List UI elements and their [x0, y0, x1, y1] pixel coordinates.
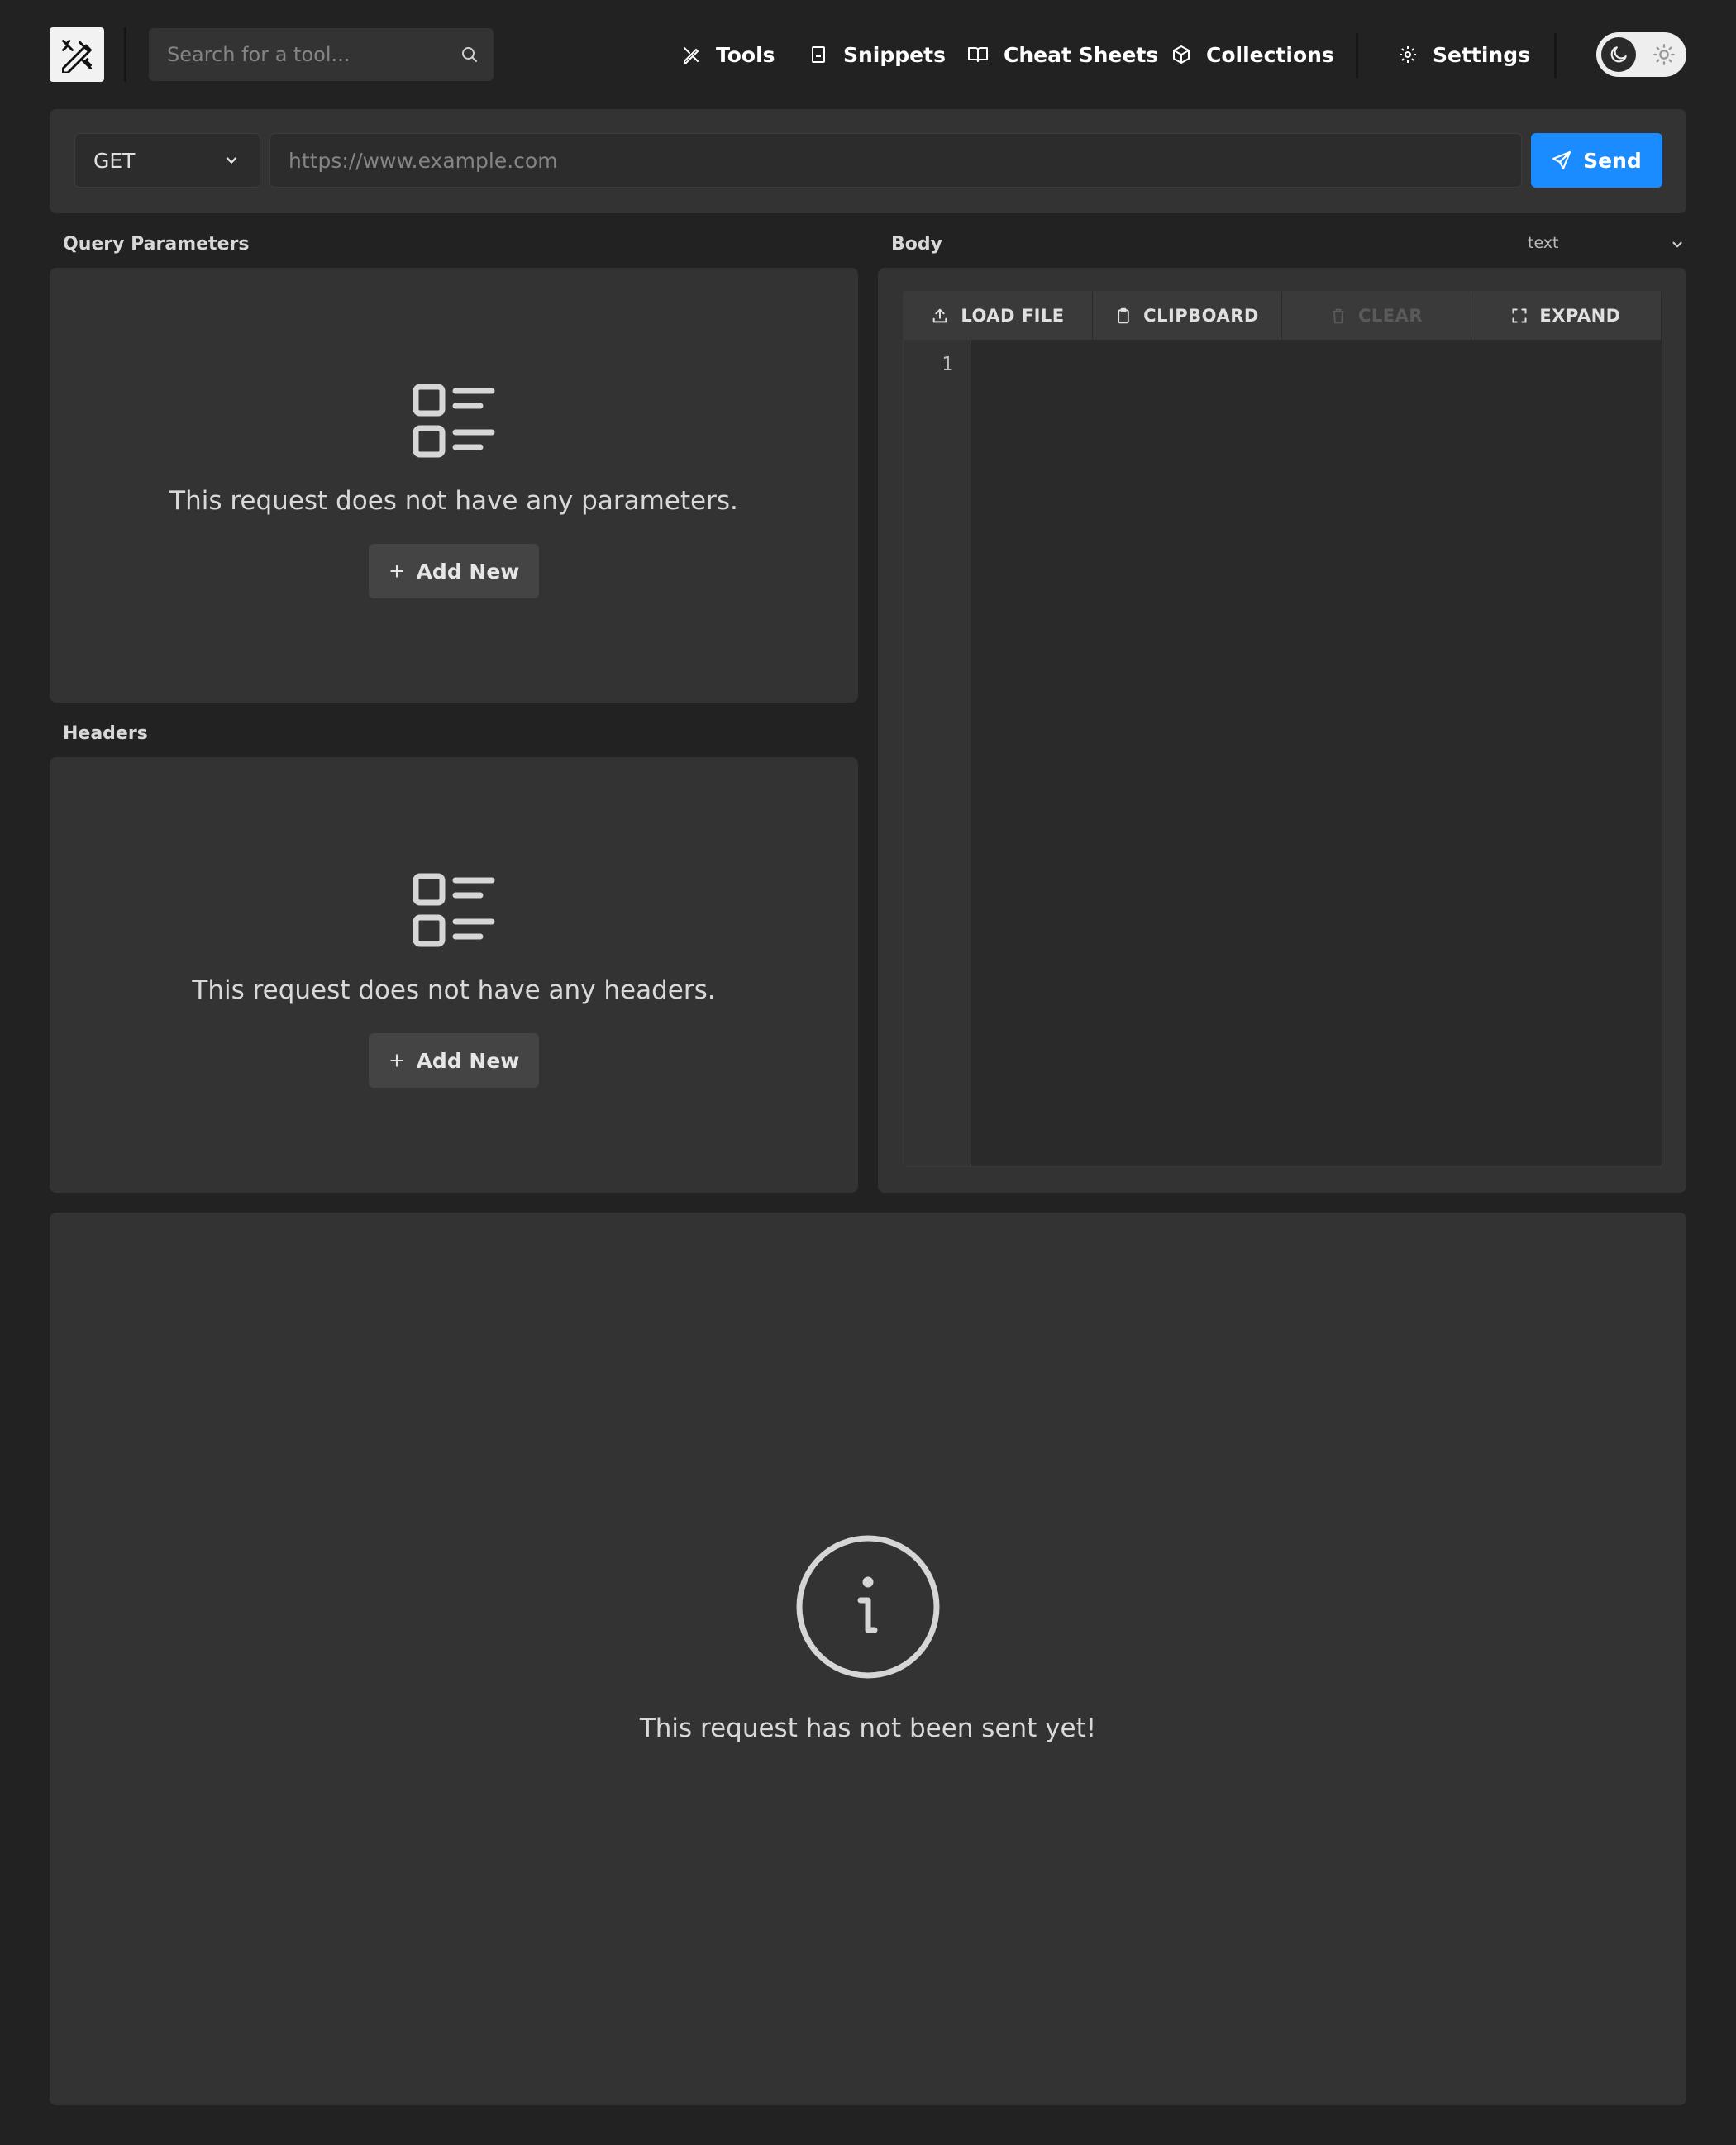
nav-cheat-sheets-label: Cheat Sheets [1004, 42, 1159, 67]
divider [1356, 33, 1358, 78]
editor-toolbar: LOAD FILE CLIPBOARD CLEAR EXPAND [904, 292, 1661, 340]
divider [124, 27, 126, 82]
add-header-button[interactable]: Add New [369, 1033, 539, 1088]
query-params-title: Query Parameters [63, 234, 250, 255]
upload-icon [933, 308, 947, 323]
trash-icon [1333, 308, 1344, 324]
clear-button[interactable]: CLEAR [1282, 292, 1471, 340]
headers-empty-message: This request does not have any headers. [192, 975, 716, 1005]
nav-settings-label: Settings [1433, 42, 1531, 67]
chevron-down-icon [1672, 241, 1682, 248]
box-icon [1173, 45, 1190, 64]
expand-button[interactable]: EXPAND [1471, 292, 1661, 340]
line-gutter [904, 340, 971, 1166]
send-icon [1552, 150, 1571, 170]
search-icon [460, 45, 479, 64]
tools-icon [684, 47, 699, 64]
load-file-label: LOAD FILE [961, 306, 1065, 326]
nav-settings[interactable]: Settings [1398, 28, 1530, 81]
body-type-value: text [1528, 234, 1559, 252]
expand-label: EXPAND [1539, 306, 1621, 326]
nav-tools-label: Tools [716, 42, 775, 67]
clipboard-label: CLIPBOARD [1143, 306, 1259, 326]
list-icon [413, 384, 495, 458]
add-header-label: Add New [416, 1048, 520, 1073]
plus-icon [389, 565, 403, 578]
load-file-button[interactable]: LOAD FILE [904, 292, 1093, 340]
nav-collections[interactable]: Collections [1171, 28, 1334, 81]
tools-logo-icon [62, 40, 92, 73]
body-type-select[interactable]: text [1528, 234, 1685, 259]
list-icon [413, 873, 495, 947]
nav-cheat-sheets[interactable]: Cheat Sheets [967, 28, 1158, 81]
query-params-panel: This request does not have any parameter… [50, 268, 858, 703]
info-icon [796, 1535, 940, 1679]
nav-snippets-label: Snippets [843, 42, 946, 67]
divider [1554, 33, 1557, 78]
url-input[interactable] [269, 133, 1522, 188]
nav-collections-label: Collections [1206, 42, 1334, 67]
search-input[interactable] [149, 28, 494, 81]
sun-icon [1653, 43, 1676, 66]
app-logo[interactable] [50, 27, 104, 82]
line-number: 1 [942, 354, 953, 375]
plus-icon [389, 1054, 403, 1067]
add-parameter-button[interactable]: Add New [369, 544, 539, 598]
headers-panel: This request does not have any headers. … [50, 757, 858, 1193]
clear-label: CLEAR [1357, 306, 1424, 326]
add-parameter-label: Add New [416, 559, 520, 584]
query-params-empty-message: This request does not have any parameter… [169, 486, 738, 516]
headers-title: Headers [63, 723, 148, 744]
body-editor[interactable] [903, 291, 1662, 1167]
expand-icon [1512, 308, 1527, 323]
chevron-down-icon [226, 157, 237, 164]
clipboard-button[interactable]: CLIPBOARD [1093, 292, 1282, 340]
send-button[interactable]: Send [1531, 133, 1662, 188]
snippet-icon [812, 46, 825, 63]
moon-icon [1610, 46, 1627, 63]
clipboard-icon [1118, 307, 1129, 324]
nav-snippets[interactable]: Snippets [808, 28, 946, 81]
body-title: Body [891, 234, 942, 255]
nav-tools[interactable]: Tools [681, 28, 775, 81]
book-icon [968, 47, 988, 62]
method-value: GET [93, 148, 136, 173]
theme-toggle-knob [1601, 37, 1636, 72]
response-panel: This request has not been sent yet! [50, 1213, 1686, 2105]
gear-icon [1400, 46, 1416, 63]
send-label: Send [1583, 148, 1642, 173]
method-select[interactable]: GET [74, 133, 260, 188]
response-empty-message: This request has not been sent yet! [639, 1714, 1097, 1743]
